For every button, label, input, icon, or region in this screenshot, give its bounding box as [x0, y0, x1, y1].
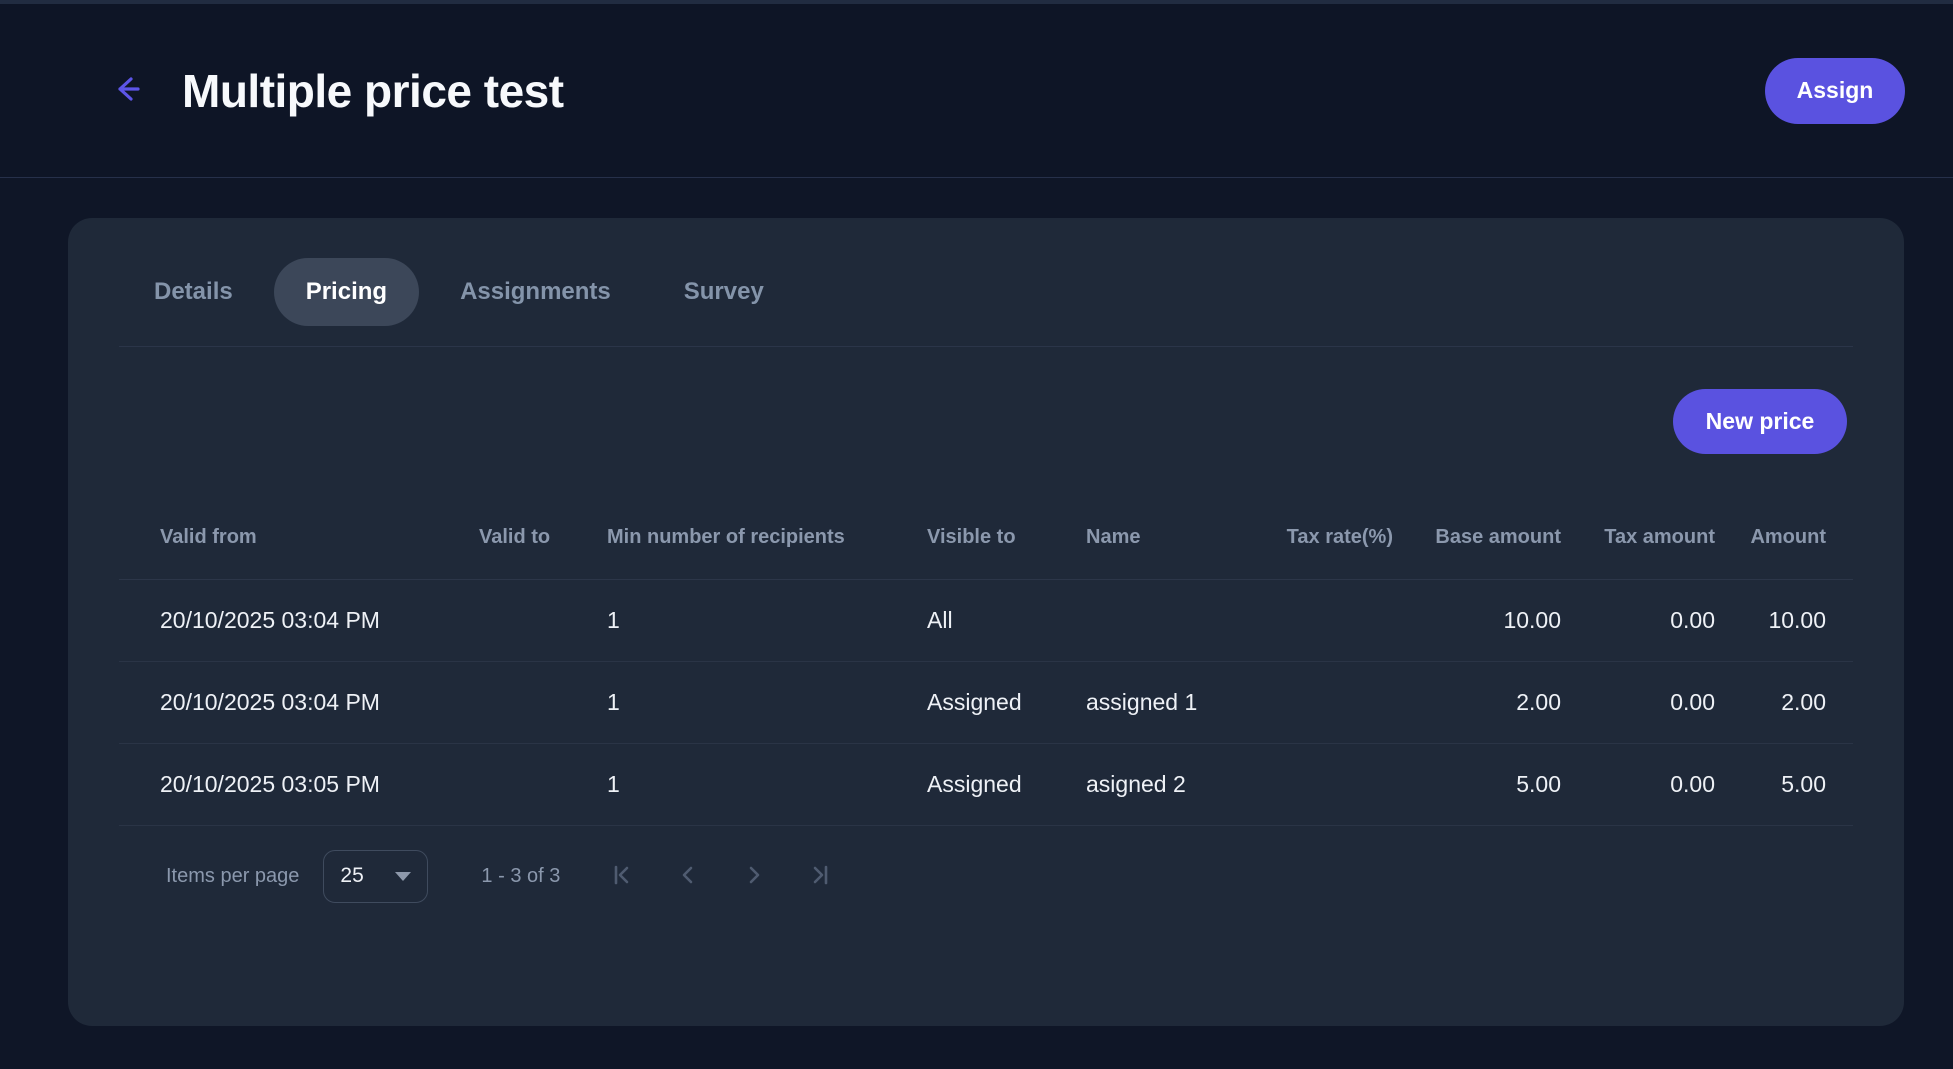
chevron-right-icon — [741, 862, 767, 891]
tab-pricing[interactable]: Pricing — [274, 258, 419, 326]
cell-amount: 10.00 — [1723, 607, 1853, 634]
cell-min-recipients: 1 — [579, 689, 909, 716]
cell-min-recipients: 1 — [579, 771, 909, 798]
cell-visible-to: Assigned — [909, 689, 1069, 716]
assign-button[interactable]: Assign — [1765, 58, 1905, 124]
cell-name: asigned 2 — [1069, 771, 1269, 798]
new-price-button[interactable]: New price — [1673, 389, 1847, 454]
column-header-tax-rate: Tax rate(%) — [1269, 526, 1400, 549]
tab-details[interactable]: Details — [122, 258, 265, 326]
cell-tax-amount: 0.00 — [1568, 689, 1723, 716]
cell-tax-amount: 0.00 — [1568, 771, 1723, 798]
cell-valid-from: 20/10/2025 03:04 PM — [119, 689, 459, 716]
cell-valid-from: 20/10/2025 03:04 PM — [119, 607, 459, 634]
first-page-button[interactable] — [598, 852, 646, 900]
last-page-button[interactable] — [796, 852, 844, 900]
last-page-icon — [807, 862, 833, 891]
column-header-valid-from: Valid from — [119, 526, 459, 549]
arrow-left-icon — [107, 70, 145, 111]
page-title: Multiple price test — [182, 64, 564, 118]
paginator-nav — [598, 852, 844, 900]
column-header-min-recipients: Min number of recipients — [579, 526, 909, 549]
page-size-value: 25 — [340, 864, 363, 888]
cell-base-amount: 10.00 — [1400, 607, 1568, 634]
tab-survey[interactable]: Survey — [652, 258, 796, 326]
page-header: Multiple price test Assign — [0, 4, 1953, 178]
cell-visible-to: All — [909, 607, 1069, 634]
pricing-toolbar: New price — [68, 347, 1904, 454]
chevron-left-icon — [675, 862, 701, 891]
tab-bar: Details Pricing Assignments Survey — [122, 258, 1904, 326]
tab-assignments[interactable]: Assignments — [428, 258, 643, 326]
paginator: Items per page 25 1 - 3 of 3 — [119, 826, 1853, 926]
table-row[interactable]: 20/10/2025 03:04 PM 1 Assigned assigned … — [119, 662, 1853, 744]
table-header-row: Valid from Valid to Min number of recipi… — [119, 454, 1853, 580]
cell-base-amount: 5.00 — [1400, 771, 1568, 798]
table-row[interactable]: 20/10/2025 03:05 PM 1 Assigned asigned 2… — [119, 744, 1853, 826]
column-header-tax-amount: Tax amount — [1568, 526, 1723, 549]
cell-tax-amount: 0.00 — [1568, 607, 1723, 634]
cell-amount: 5.00 — [1723, 771, 1853, 798]
cell-visible-to: Assigned — [909, 771, 1069, 798]
back-button[interactable] — [104, 69, 148, 113]
previous-page-button[interactable] — [664, 852, 712, 900]
cell-min-recipients: 1 — [579, 607, 909, 634]
first-page-icon — [609, 862, 635, 891]
cell-name: assigned 1 — [1069, 689, 1269, 716]
cell-base-amount: 2.00 — [1400, 689, 1568, 716]
next-page-button[interactable] — [730, 852, 778, 900]
caret-down-icon — [394, 865, 412, 888]
cell-valid-from: 20/10/2025 03:05 PM — [119, 771, 459, 798]
column-header-name: Name — [1069, 526, 1269, 549]
column-header-visible-to: Visible to — [909, 526, 1069, 549]
page-range-label: 1 - 3 of 3 — [481, 865, 560, 888]
items-per-page-label: Items per page — [166, 865, 299, 888]
table-row[interactable]: 20/10/2025 03:04 PM 1 All 10.00 0.00 10.… — [119, 580, 1853, 662]
pricing-table: Valid from Valid to Min number of recipi… — [119, 454, 1853, 926]
column-header-amount: Amount — [1723, 526, 1853, 549]
column-header-base-amount: Base amount — [1400, 526, 1568, 549]
pricing-card: Details Pricing Assignments Survey New p… — [68, 218, 1904, 1026]
items-per-page-select[interactable]: 25 — [323, 850, 428, 903]
cell-amount: 2.00 — [1723, 689, 1853, 716]
column-header-valid-to: Valid to — [459, 526, 579, 549]
